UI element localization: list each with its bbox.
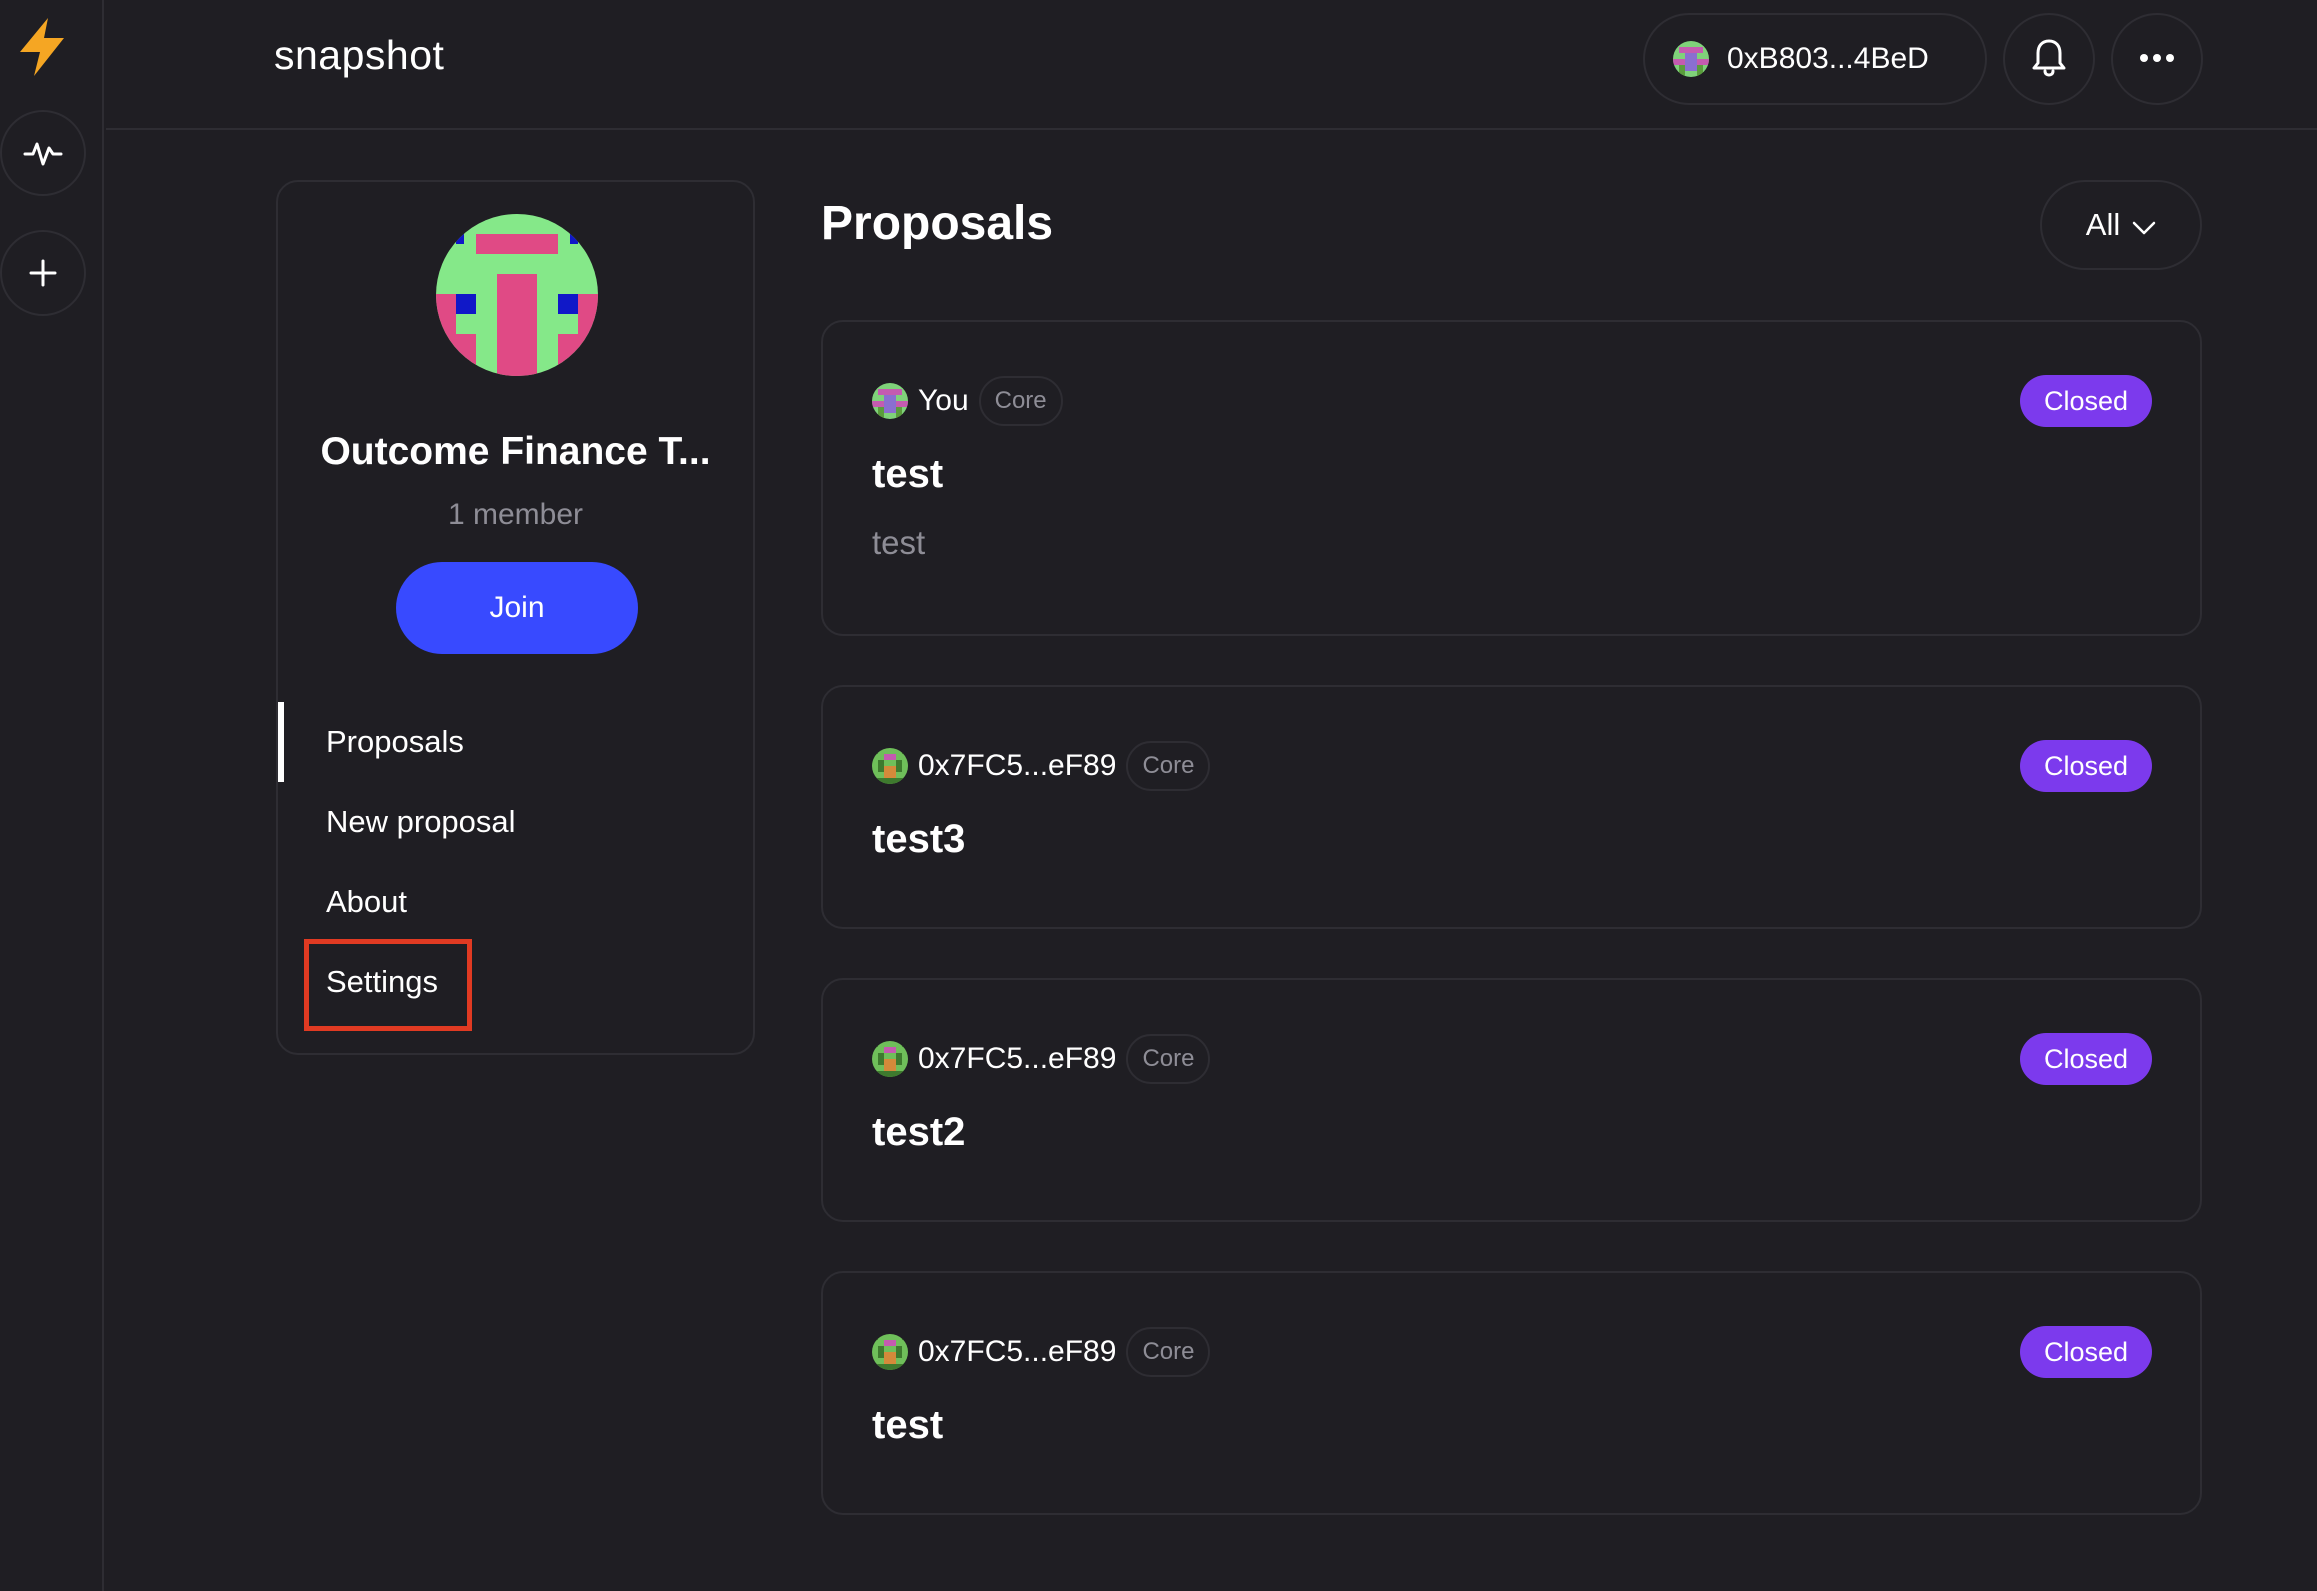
author-name[interactable]: 0x7FC5...eF89 bbox=[918, 749, 1116, 783]
proposal-card[interactable]: 0x7FC5...eF89 Core Closed test3 bbox=[821, 685, 2202, 929]
space-sidebar: Outcome Finance T... 1 member Join Propo… bbox=[276, 180, 755, 1055]
nav-item-about[interactable]: About bbox=[278, 862, 753, 942]
proposal-author: 0x7FC5...eF89 Core bbox=[872, 1034, 1211, 1084]
author-name[interactable]: You bbox=[918, 384, 969, 418]
member-count: 1 member bbox=[447, 498, 584, 531]
join-button[interactable]: Join bbox=[396, 562, 638, 654]
filter-dropdown[interactable]: All bbox=[2040, 180, 2202, 270]
top-bar: snapshot 0xB803...4BeD bbox=[106, 0, 2317, 130]
core-badge: Core bbox=[1126, 1327, 1211, 1377]
chevron-down-icon bbox=[2132, 207, 2156, 243]
more-horizontal-icon bbox=[2139, 50, 2175, 68]
proposal-author: 0x7FC5...eF89 Core bbox=[872, 741, 1211, 791]
proposal-title[interactable]: test3 bbox=[872, 817, 965, 862]
author-avatar bbox=[872, 1334, 908, 1370]
bell-icon bbox=[2031, 37, 2067, 82]
proposal-card[interactable]: 0x7FC5...eF89 Core Closed test2 bbox=[821, 978, 2202, 1222]
core-badge: Core bbox=[1126, 741, 1211, 791]
nav-item-new-proposal[interactable]: New proposal bbox=[278, 782, 753, 862]
page-title: Proposals bbox=[821, 197, 1054, 250]
author-avatar bbox=[872, 383, 908, 419]
more-options-button[interactable] bbox=[2111, 13, 2203, 105]
lightning-bolt-icon[interactable] bbox=[14, 16, 70, 78]
settings-highlight-box bbox=[304, 939, 472, 1031]
author-name[interactable]: 0x7FC5...eF89 bbox=[918, 1042, 1116, 1076]
proposal-title[interactable]: test bbox=[872, 1403, 943, 1448]
space-avatar bbox=[436, 214, 598, 376]
wallet-button[interactable]: 0xB803...4BeD bbox=[1643, 13, 1987, 105]
proposal-title[interactable]: test bbox=[872, 452, 943, 497]
author-avatar bbox=[872, 1041, 908, 1077]
left-rail bbox=[0, 0, 104, 1591]
core-badge: Core bbox=[1126, 1034, 1211, 1084]
proposal-title[interactable]: test2 bbox=[872, 1110, 965, 1155]
proposal-body: test bbox=[872, 524, 926, 561]
status-badge: Closed bbox=[2019, 1326, 2152, 1378]
wallet-address: 0xB803...4BeD bbox=[1727, 42, 1929, 75]
status-badge: Closed bbox=[2019, 375, 2152, 427]
activity-icon[interactable] bbox=[0, 110, 86, 196]
wallet-avatar bbox=[1673, 41, 1709, 77]
proposal-author: 0x7FC5...eF89 Core bbox=[872, 1327, 1211, 1377]
proposal-card[interactable]: 0x7FC5...eF89 Core Closed test bbox=[821, 1271, 2202, 1515]
brand-name[interactable]: snapshot bbox=[274, 32, 444, 79]
notifications-button[interactable] bbox=[2003, 13, 2095, 105]
core-badge: Core bbox=[978, 376, 1063, 426]
space-name: Outcome Finance T... bbox=[320, 430, 711, 473]
author-name[interactable]: 0x7FC5...eF89 bbox=[918, 1335, 1116, 1369]
author-avatar bbox=[872, 748, 908, 784]
proposal-author: You Core bbox=[872, 376, 1063, 426]
status-badge: Closed bbox=[2019, 1033, 2152, 1085]
proposal-card[interactable]: You Core Closed test test bbox=[821, 320, 2202, 636]
plus-icon[interactable] bbox=[0, 230, 86, 316]
filter-label: All bbox=[2085, 207, 2121, 242]
status-badge: Closed bbox=[2019, 740, 2152, 792]
nav-item-proposals[interactable]: Proposals bbox=[278, 702, 753, 782]
